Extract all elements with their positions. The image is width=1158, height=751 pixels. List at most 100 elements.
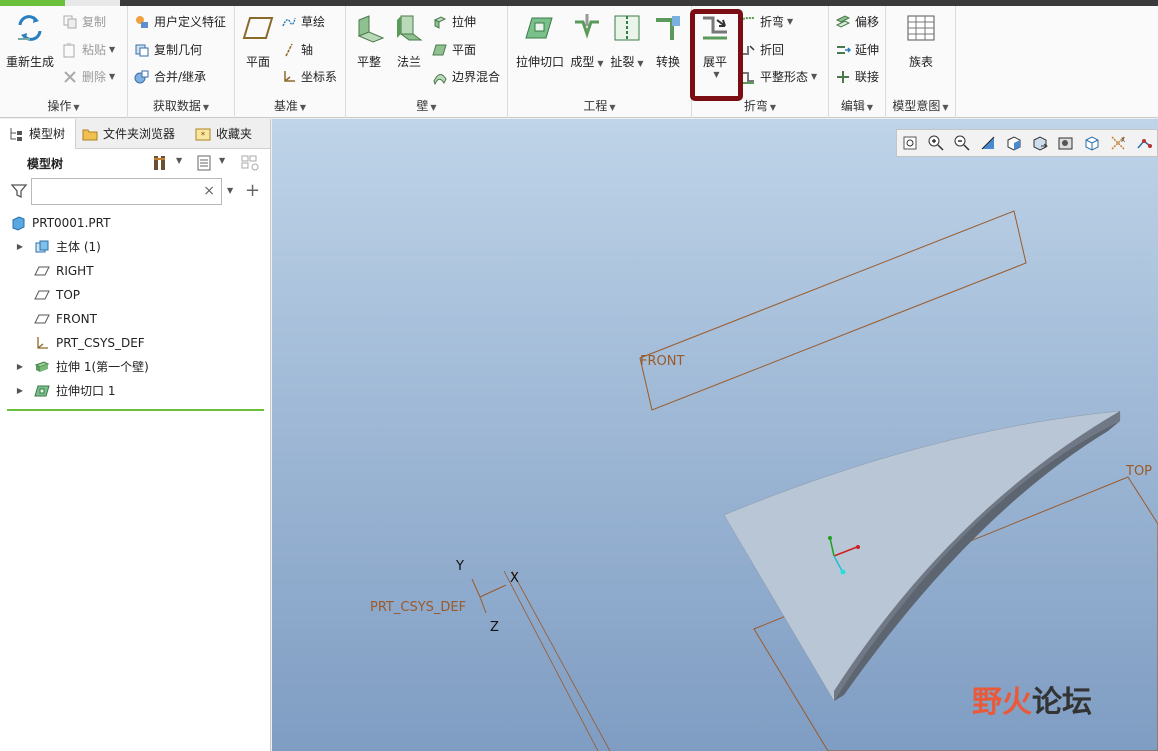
flat-pattern-dropdown-icon[interactable]: ▼: [811, 67, 817, 87]
expand-arrow-icon[interactable]: ▶: [14, 236, 26, 258]
graphics-viewport[interactable]: X FRONT TOP X Y Z PRT_CSYS_DEF 野火论坛: [272, 119, 1158, 751]
group-datum-title-text: 基准: [273, 99, 298, 113]
tab-favorites[interactable]: * 收藏夹: [195, 119, 252, 149]
tree-item-label: 拉伸切口 1: [56, 384, 116, 398]
group-operations-title[interactable]: 操作 ▼: [0, 97, 127, 114]
plane-wall-button[interactable]: 平面: [432, 40, 476, 60]
csys-y-label: Y: [455, 559, 464, 574]
group-model-intent: 族表 模型意图 ▼: [886, 6, 956, 118]
group-operations-title-text: 操作: [47, 99, 72, 113]
rip-label: 扯裂 ▼: [610, 53, 644, 70]
chevron-down-icon: ▼: [430, 103, 437, 112]
axis-button[interactable]: 轴: [281, 40, 313, 60]
extrude-wall-button[interactable]: 拉伸: [432, 12, 476, 32]
copy-button[interactable]: 复制: [62, 12, 106, 32]
group-datum: 平面 草绘 轴 坐标系 基准 ▼: [235, 6, 346, 118]
watermark-part1: 野火: [972, 685, 1032, 720]
paste-button[interactable]: 粘贴 ▼: [62, 40, 115, 60]
front-datum-plane[interactable]: [639, 210, 1027, 411]
group-engineering-title-text: 工程: [583, 99, 608, 113]
group-get-data-title[interactable]: 获取数据 ▼: [128, 97, 234, 114]
extrude-cut-button[interactable]: 拉伸切口: [514, 12, 566, 70]
csys-z-label: Z: [490, 620, 499, 635]
csys-button[interactable]: 坐标系: [281, 67, 337, 87]
extrude-cut-label: 拉伸切口: [515, 55, 564, 69]
tree-settings-dropdown-icon[interactable]: ▼: [176, 156, 182, 165]
show-menu-dropdown-icon[interactable]: ▼: [219, 156, 225, 165]
offset-button[interactable]: 偏移: [835, 12, 879, 32]
tree-item[interactable]: ▶ 主体 (1): [14, 236, 101, 258]
regenerate-button[interactable]: 重新生成: [4, 12, 56, 70]
axis-label: 轴: [301, 43, 314, 57]
flat-wall-button[interactable]: 平整: [352, 12, 386, 70]
tree-columns-icon[interactable]: [240, 154, 260, 172]
tree-item[interactable]: FRONT: [14, 308, 97, 330]
offset-label: 偏移: [855, 15, 880, 29]
copy-geometry-button[interactable]: 复制几何: [134, 40, 202, 60]
convert-button[interactable]: 转换: [650, 12, 686, 70]
datum-plane-icon: [34, 290, 50, 300]
extend-button[interactable]: 延伸: [835, 40, 879, 60]
group-datum-title[interactable]: 基准 ▼: [235, 97, 345, 114]
boundary-blend-button[interactable]: 边界混合: [432, 67, 500, 87]
bend-button[interactable]: 折弯 ▼: [740, 12, 793, 32]
group-model-intent-title[interactable]: 模型意图 ▼: [886, 97, 955, 114]
extrude-cut-icon: [34, 385, 50, 397]
bend-dropdown-icon[interactable]: ▼: [787, 12, 793, 32]
csys-x-axis: [479, 584, 507, 598]
group-edit-title[interactable]: 编辑 ▼: [829, 97, 885, 114]
expand-arrow-icon[interactable]: ▶: [14, 356, 26, 378]
datum-plane-button[interactable]: 平面: [241, 12, 275, 70]
tree-item-label: PRT_CSYS_DEF: [56, 336, 145, 350]
copy-label: 复制: [82, 15, 107, 29]
flat-wall-label: 平整: [356, 55, 381, 69]
join-icon: [837, 71, 849, 83]
tab-folder-browser[interactable]: 文件夹浏览器: [82, 119, 175, 149]
group-wall-title[interactable]: 壁 ▼: [346, 97, 507, 114]
form-dropdown-icon[interactable]: ▼: [597, 59, 603, 68]
family-table-button[interactable]: 族表: [904, 12, 938, 70]
regenerate-icon: [18, 15, 42, 41]
search-clear-icon[interactable]: ×: [203, 183, 215, 199]
search-dropdown-icon[interactable]: ▼: [227, 186, 233, 195]
bend-back-button[interactable]: 折回: [740, 40, 784, 60]
group-edit: 偏移 延伸 联接 编辑 ▼: [829, 6, 886, 118]
tree-item[interactable]: PRT_CSYS_DEF: [14, 332, 145, 354]
tab-model-tree[interactable]: 模型树: [0, 119, 76, 149]
tree-item[interactable]: RIGHT: [14, 260, 94, 282]
join-button[interactable]: 联接: [835, 67, 879, 87]
rip-dropdown-icon[interactable]: ▼: [637, 59, 643, 68]
merge-inherit-button[interactable]: 合并/继承: [134, 67, 206, 87]
regenerate-label: 重新生成: [5, 55, 54, 69]
rip-button[interactable]: 扯裂 ▼: [610, 12, 644, 70]
user-defined-feature-button[interactable]: 用户定义特征: [134, 12, 226, 32]
flat-pattern-button[interactable]: 平整形态 ▼: [740, 67, 817, 87]
right-datum-plane[interactable]: [503, 570, 611, 751]
copy-geometry-icon: [135, 44, 149, 57]
copy-icon: [63, 15, 77, 29]
add-filter-icon[interactable]: +: [245, 180, 260, 201]
tree-item[interactable]: PRT0001.PRT: [10, 212, 110, 234]
show-menu-icon[interactable]: [195, 154, 213, 172]
delete-dropdown-icon[interactable]: ▼: [109, 67, 115, 87]
group-engineering-title[interactable]: 工程 ▼: [508, 97, 691, 114]
form-button[interactable]: 成型 ▼: [570, 12, 604, 70]
csys-label: 坐标系: [301, 70, 338, 84]
paste-dropdown-icon[interactable]: ▼: [109, 40, 115, 60]
tree-item[interactable]: TOP: [14, 284, 80, 306]
tree-item[interactable]: ▶ 拉伸切口 1: [14, 380, 116, 402]
insert-indicator: [7, 409, 264, 411]
tree-settings-icon[interactable]: [151, 154, 169, 172]
paste-icon: [63, 43, 75, 58]
favorites-icon: *: [195, 128, 211, 141]
join-label: 联接: [855, 70, 880, 84]
flange-label: 法兰: [396, 55, 421, 69]
expand-arrow-icon[interactable]: ▶: [14, 380, 26, 402]
filter-icon[interactable]: [10, 182, 28, 200]
tree-item[interactable]: ▶ 拉伸 1(第一个壁): [14, 356, 149, 378]
bend-back-label: 折回: [760, 43, 785, 57]
tree-search-input[interactable]: ×: [31, 178, 222, 205]
flange-button[interactable]: 法兰: [392, 12, 426, 70]
delete-button[interactable]: 删除 ▼: [62, 67, 115, 87]
sketch-button[interactable]: 草绘: [281, 12, 325, 32]
